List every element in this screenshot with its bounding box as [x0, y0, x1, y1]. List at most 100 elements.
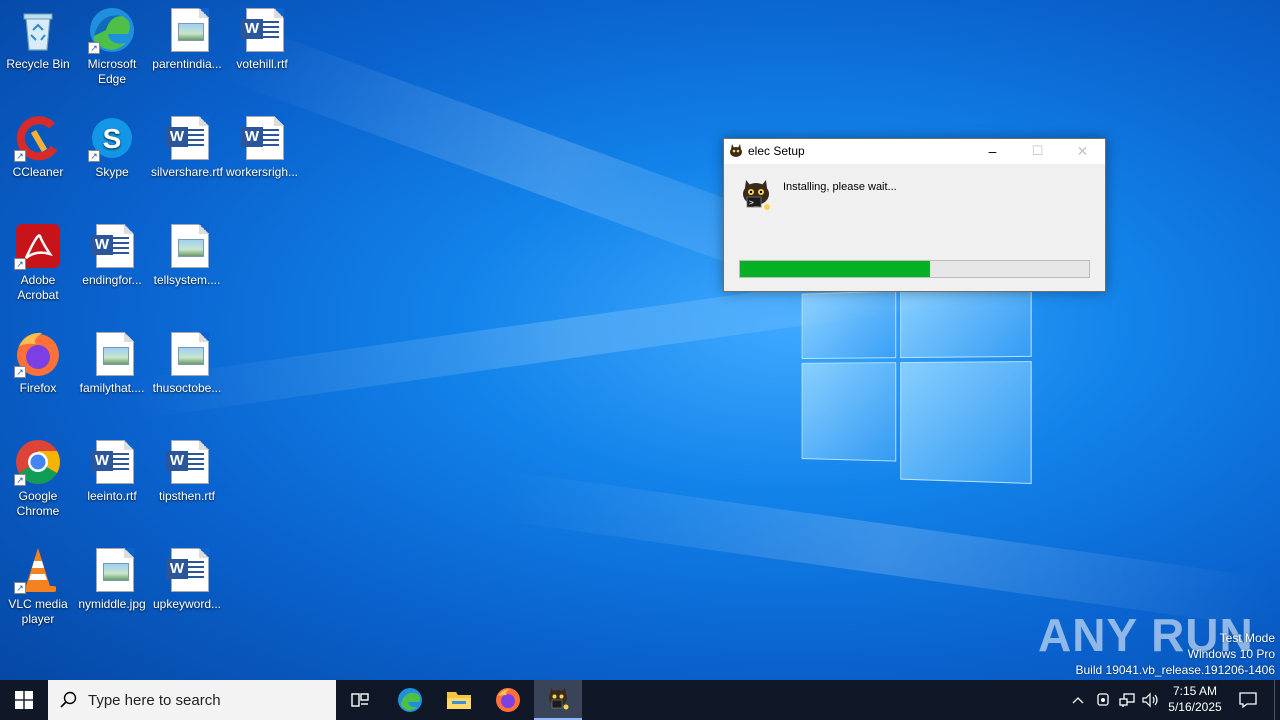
desktop-icon-label: CCleaner: [12, 165, 64, 179]
folder-icon: [447, 692, 471, 709]
desktop-icon-google-chrome[interactable]: ↗ Google Chrome: [0, 438, 76, 519]
image-icon: [88, 330, 136, 378]
clock-date: 5/16/2025: [1168, 700, 1222, 714]
start-button[interactable]: [0, 680, 48, 720]
windows-watermark: Test Mode Windows 10 Pro Build 19041.vb_…: [1076, 630, 1276, 678]
desktop-icon-label: familythat....: [79, 381, 145, 395]
desktop-icon-label: tipsthen.rtf: [158, 489, 216, 503]
build-text: Build 19041.vb_release.191206-1406: [1075, 663, 1276, 677]
elec-app-icon: [730, 144, 742, 157]
desktop-icon-thusoctobe[interactable]: thusoctobe...: [149, 330, 225, 396]
desktop-icon-label: upkeyword...: [152, 597, 222, 611]
close-button[interactable]: ✕: [1060, 139, 1105, 164]
desktop-icon-familythat[interactable]: familythat....: [74, 330, 150, 396]
word-icon: W: [163, 546, 211, 594]
clock-time: 7:15 AM: [1172, 684, 1218, 698]
desktop-icon-nymiddle-jpg[interactable]: nymiddle.jpg: [74, 546, 150, 612]
desktop-icon-workersrigh[interactable]: Wworkersrigh...: [224, 114, 300, 180]
desktop-icon-adobe-acrobat[interactable]: ↗ Adobe Acrobat: [0, 222, 76, 303]
taskbar: Type here to search 7:15 AM 5/16/2025: [0, 680, 1280, 720]
desktop-icon-label: Skype: [95, 165, 129, 179]
desktop-icon-upkeyword[interactable]: Wupkeyword...: [149, 546, 225, 612]
install-status-text: Installing, please wait...: [783, 181, 897, 193]
show-desktop-button[interactable]: [1274, 680, 1280, 720]
notification-icon: [1239, 692, 1257, 709]
shortcut-arrow-icon: ↗: [88, 150, 100, 162]
word-icon: W: [163, 438, 211, 486]
setup-title-bar[interactable]: elec Setup – ☐ ✕: [724, 139, 1105, 164]
taskbar-file-explorer[interactable]: [435, 680, 483, 720]
task-view-button[interactable]: [336, 680, 384, 720]
device-icon: [1097, 693, 1109, 706]
tray-device-button[interactable]: [1092, 680, 1114, 720]
desktop-icon-votehill-rtf[interactable]: Wvotehill.rtf: [224, 6, 300, 72]
desktop-icon-recycle-bin[interactable]: Recycle Bin: [0, 6, 76, 72]
word-icon: W: [238, 114, 286, 162]
firefox-icon: [496, 688, 520, 712]
desktop-icon-label: endingfor...: [82, 273, 142, 287]
tray-volume-button[interactable]: [1140, 680, 1162, 720]
desktop-icon-label: Microsoft Edge: [87, 57, 137, 86]
desktop-icon-firefox[interactable]: ↗ Firefox: [0, 330, 76, 396]
setup-window[interactable]: elec Setup – ☐ ✕ >_ Installing, please w…: [723, 138, 1106, 292]
taskbar-clock[interactable]: 7:15 AM 5/16/2025: [1166, 683, 1224, 715]
shortcut-arrow-icon: ↗: [14, 258, 26, 270]
shortcut-arrow-icon: ↗: [14, 150, 26, 162]
install-progress-bar: [739, 260, 1090, 278]
desktop-icon-label: silvershare.rtf: [150, 165, 224, 179]
show-hidden-icons-button[interactable]: [1068, 680, 1088, 720]
action-center-button[interactable]: [1234, 680, 1262, 720]
chevron-up-icon: [1072, 697, 1084, 704]
desktop-icon-microsoft-edge[interactable]: ↗ Microsoft Edge: [74, 6, 150, 87]
word-icon: W: [238, 6, 286, 54]
svg-text:S: S: [103, 123, 122, 154]
minimize-button[interactable]: –: [970, 139, 1015, 164]
windows-logo-wallpaper: [801, 286, 1032, 484]
taskbar-elec-setup[interactable]: [534, 680, 582, 720]
network-icon: [1119, 693, 1135, 707]
desktop-icon-label: tellsystem....: [153, 273, 221, 287]
maximize-button[interactable]: ☐: [1015, 139, 1060, 164]
desktop-icon-label: nymiddle.jpg: [78, 597, 146, 611]
windows-edition-text: Windows 10 Pro: [1187, 647, 1275, 661]
task-view-icon: [351, 693, 369, 707]
desktop-icon-vlc-media-player[interactable]: ↗ VLC media player: [0, 546, 76, 627]
shortcut-arrow-icon: ↗: [88, 42, 100, 54]
desktop-icon-label: parentindia...: [152, 57, 222, 71]
desktop-icon-label: votehill.rtf: [236, 57, 288, 71]
search-icon: [60, 691, 77, 708]
shortcut-arrow-icon: ↗: [14, 582, 26, 594]
firefox-icon: ↗: [14, 330, 62, 378]
elec-setup-icon: [549, 688, 569, 710]
desktop-icon-parentindia[interactable]: parentindia...: [149, 6, 225, 72]
progress-fill: [740, 261, 931, 277]
chrome-icon: ↗: [14, 438, 62, 486]
desktop-icon-skype[interactable]: S ↗ Skype: [74, 114, 150, 180]
edge-icon: [398, 688, 422, 712]
windows-start-icon: [15, 691, 33, 709]
desktop-icon-label: Recycle Bin: [6, 57, 70, 71]
taskbar-search-box[interactable]: Type here to search: [48, 680, 336, 720]
desktop-icon-label: Adobe Acrobat: [17, 273, 59, 302]
test-mode-text: Test Mode: [1219, 631, 1275, 645]
skype-icon: S ↗: [88, 114, 136, 162]
taskbar-edge[interactable]: [386, 680, 434, 720]
installer-logo-icon: >_: [743, 180, 770, 210]
search-placeholder: Type here to search: [88, 691, 221, 709]
desktop-icon-leeinto-rtf[interactable]: Wleeinto.rtf: [74, 438, 150, 504]
desktop-icon-ccleaner[interactable]: ↗ CCleaner: [0, 114, 76, 180]
desktop-icon-silvershare-rtf[interactable]: Wsilvershare.rtf: [149, 114, 225, 180]
svg-text:>_: >_: [749, 198, 759, 207]
desktop-icon-label: leeinto.rtf: [87, 489, 137, 503]
desktop-icon-tipsthen-rtf[interactable]: Wtipsthen.rtf: [149, 438, 225, 504]
desktop-icon-endingfor[interactable]: Wendingfor...: [74, 222, 150, 288]
setup-window-title: elec Setup: [748, 144, 805, 158]
desktop-icon-label: Google Chrome: [16, 489, 60, 518]
tray-network-button[interactable]: [1116, 680, 1138, 720]
edge-icon: ↗: [88, 6, 136, 54]
setup-body: >_ Installing, please wait...: [724, 164, 1105, 291]
desktop-icon-tellsystem[interactable]: tellsystem....: [149, 222, 225, 288]
taskbar-firefox[interactable]: [484, 680, 532, 720]
shortcut-arrow-icon: ↗: [14, 474, 26, 486]
word-icon: W: [163, 114, 211, 162]
